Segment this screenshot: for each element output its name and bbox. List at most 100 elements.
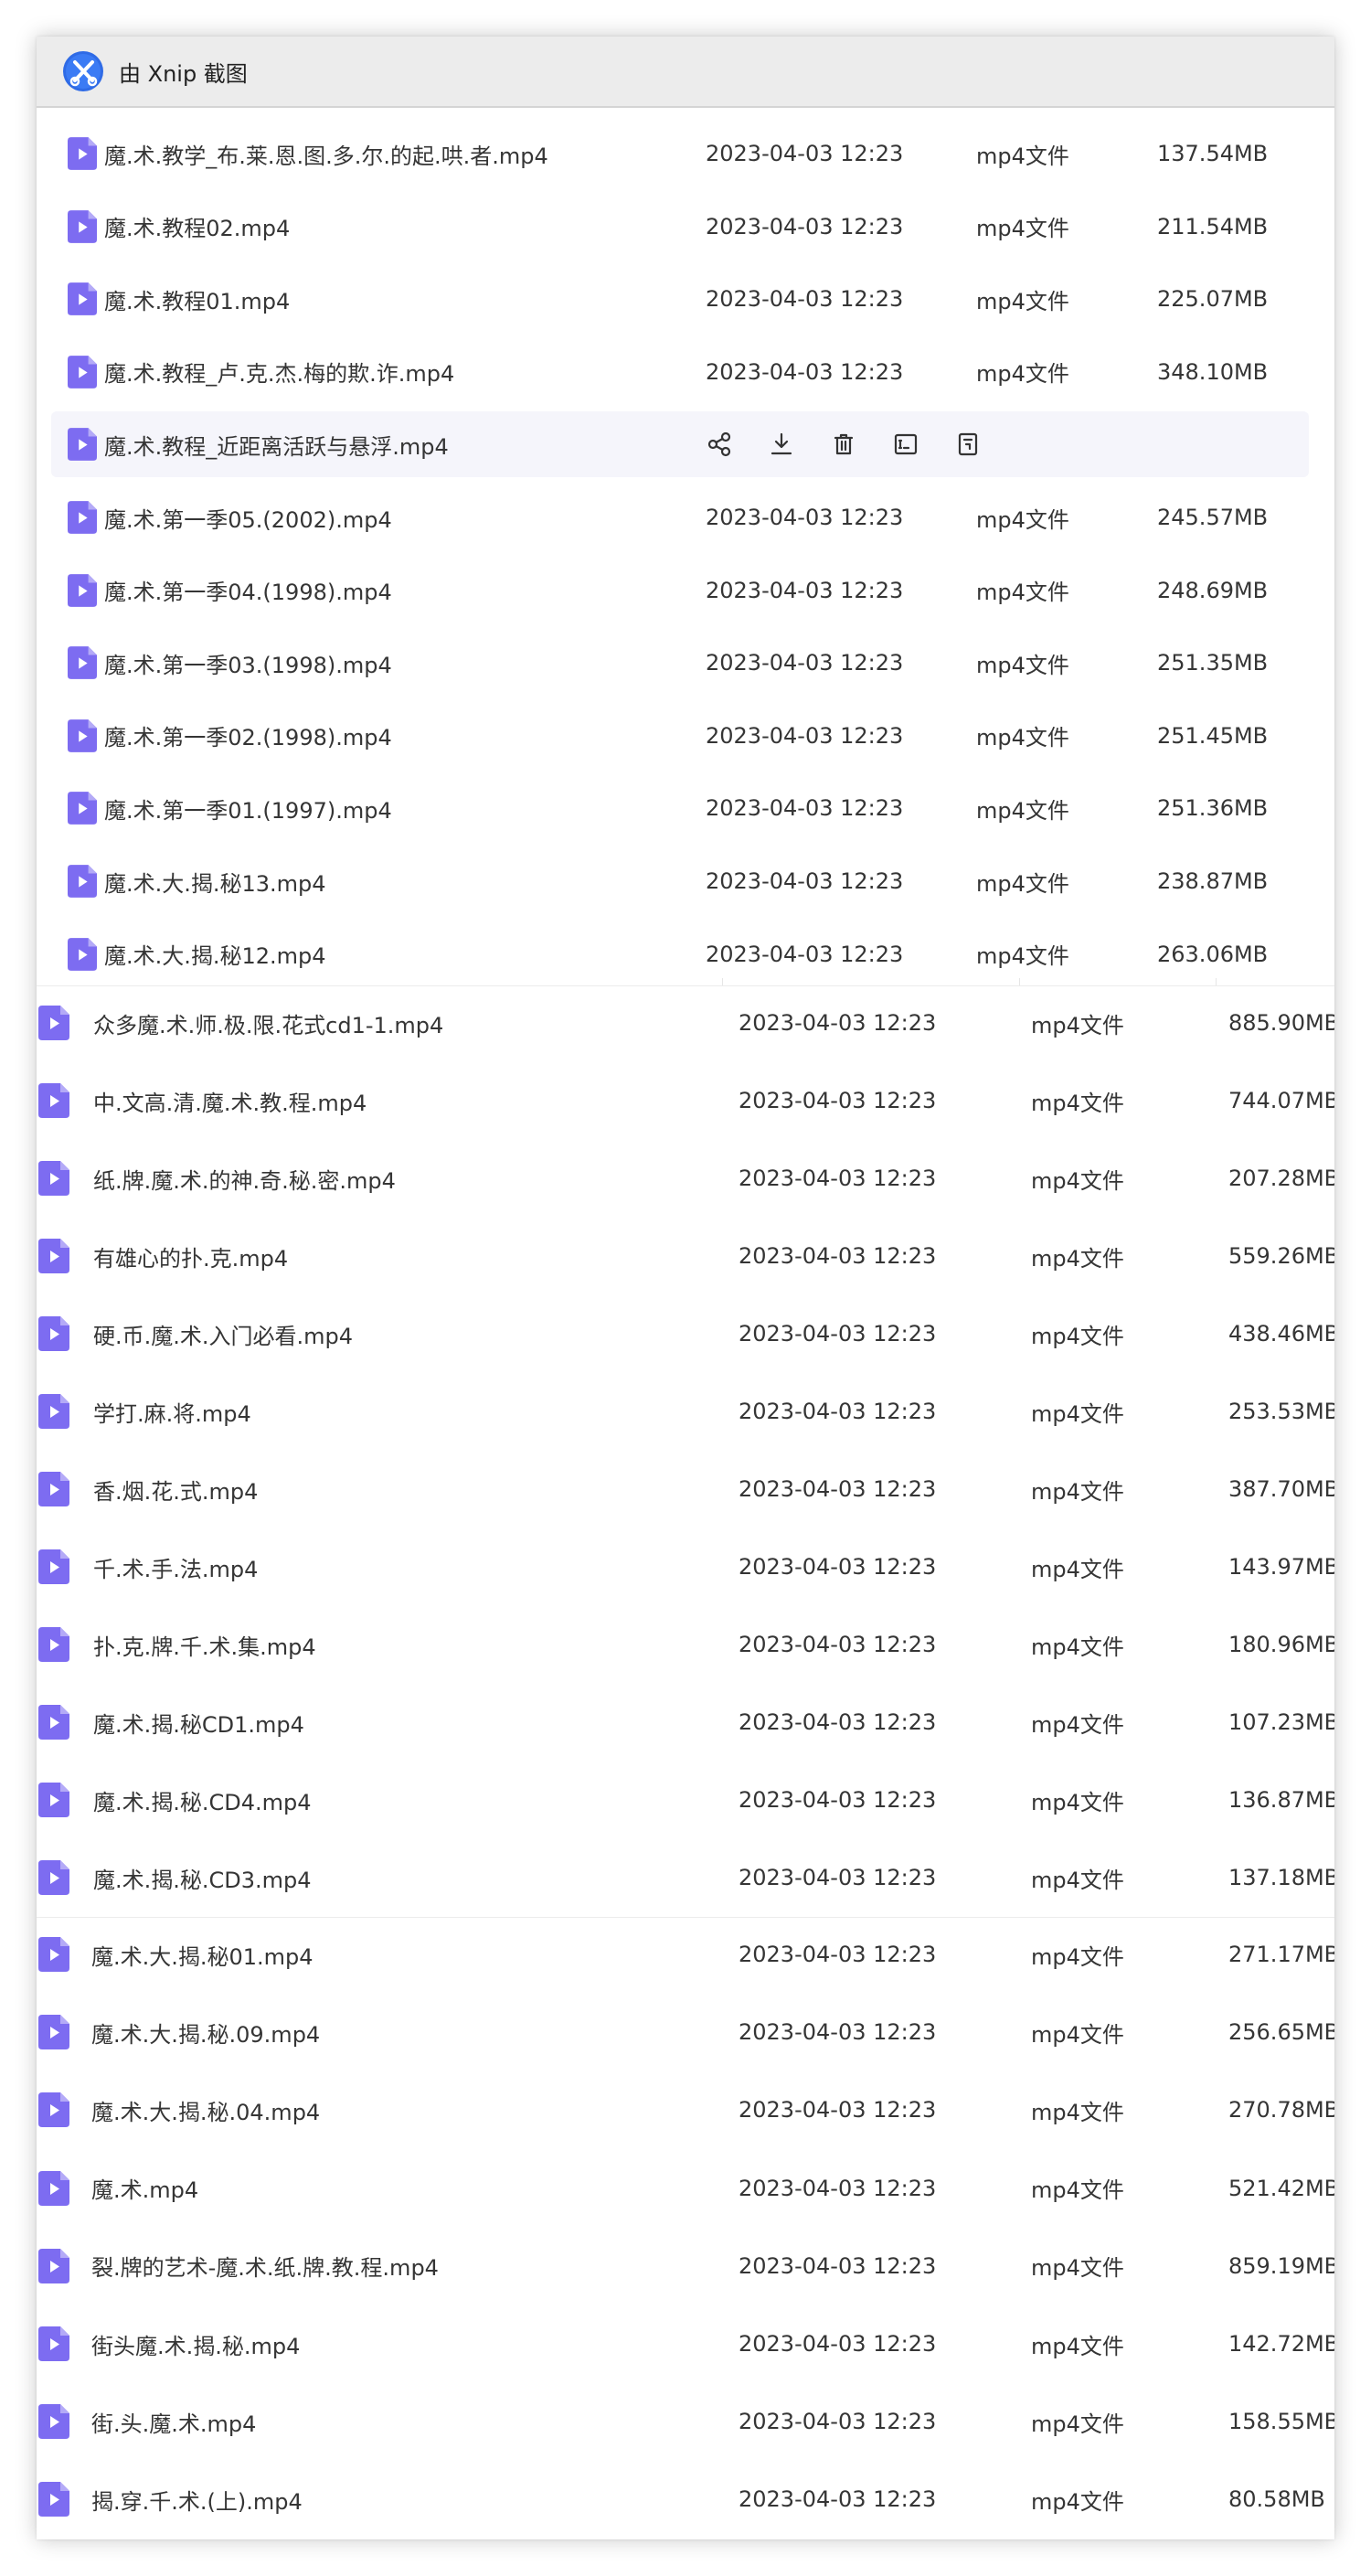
file-row[interactable]: 有雄心的扑.克.mp4 2023-04-03 12:23 mp4文件 559.26MB: [37, 1219, 1334, 1293]
file-date: 2023-04-03 12:23: [706, 577, 904, 603]
file-icon-cell: [38, 1608, 69, 1681]
file-row[interactable]: 香.烟.花.式.mp4 2023-04-03 12:23 mp4文件 387.70MB: [37, 1453, 1334, 1526]
file-row[interactable]: 裂.牌的艺术-魔.术.纸.牌.教.程.mp4 2023-04-03 12:23 mp…: [37, 2230, 1334, 2303]
file-row-hovered[interactable]: 魔.术.教程_近距离活跃与悬浮.mp4: [51, 411, 1309, 478]
file-type: mp4文件: [1031, 1478, 1124, 1505]
file-row[interactable]: 魔.术.大.揭.秘12.mp4 2023-04-03 12:23 mp4文件 263.…: [51, 921, 1309, 987]
file-row[interactable]: 魔.术.大.揭.秘01.mp4 2023-04-03 12:23 mp4文件 271.…: [37, 1918, 1334, 1991]
file-name[interactable]: 魔.术.揭.秘.CD3.mp4: [93, 1841, 312, 1914]
file-row[interactable]: 扑.克.牌.千.术.集.mp4 2023-04-03 12:23 mp4文件 180.…: [37, 1608, 1334, 1681]
file-name[interactable]: 有雄心的扑.克.mp4: [93, 1219, 288, 1293]
file-date: 2023-04-03 12:23: [739, 1399, 937, 1424]
file-size: 251.35MB: [1157, 650, 1269, 676]
file-row[interactable]: 中.文高.清.魔.术.教.程.mp4 2023-04-03 12:23 mp4文件 7…: [37, 1064, 1334, 1137]
file-icon-cell: [38, 2152, 69, 2225]
file-name[interactable]: 魔.术.大.揭.秘.09.mp4: [91, 1996, 320, 2069]
file-name[interactable]: 香.烟.花.式.mp4: [93, 1453, 258, 1526]
file-name[interactable]: 学打.麻.将.mp4: [93, 1375, 251, 1448]
file-icon-cell: [38, 1142, 69, 1215]
file-row[interactable]: 魔.术.教程02.mp4 2023-04-03 12:23 mp4文件 211.54M…: [51, 194, 1309, 260]
file-name[interactable]: 魔.术.教程02.mp4: [104, 194, 290, 260]
file-icon-cell: [68, 703, 97, 769]
file-name[interactable]: 魔.术.大.揭.秘12.mp4: [104, 921, 326, 987]
file-row[interactable]: 魔.术.揭.秘.CD3.mp4 2023-04-03 12:23 mp4文件 137.…: [37, 1841, 1334, 1914]
file-row[interactable]: 魔.术.教程_卢.克.杰.梅的欺.诈.mp4 2023-04-03 12:23 mp…: [51, 339, 1309, 405]
file-name[interactable]: 魔.术.揭.秘CD1.mp4: [93, 1686, 304, 1759]
file-name[interactable]: 魔.术.教程_卢.克.杰.梅的欺.诈.mp4: [104, 339, 454, 405]
file-icon-cell: [68, 848, 97, 914]
file-row[interactable]: 魔.术.大.揭.秘.09.mp4 2023-04-03 12:23 mp4文件 256…: [37, 1996, 1334, 2069]
file-name[interactable]: 魔.术.第一季03.(1998).mp4: [104, 630, 392, 696]
file-name[interactable]: 魔.术.教程_近距离活跃与悬浮.mp4: [104, 411, 449, 477]
file-name[interactable]: 魔.术.mp4: [91, 2152, 198, 2225]
file-name[interactable]: 街头魔.术.揭.秘.mp4: [91, 2307, 300, 2380]
file-name[interactable]: 裂.牌的艺术-魔.术.纸.牌.教.程.mp4: [91, 2230, 439, 2303]
file-row[interactable]: 魔.术.mp4 2023-04-03 12:23 mp4文件 521.42MB: [37, 2152, 1334, 2225]
file-icon-cell: [38, 2385, 69, 2458]
file-row[interactable]: 魔.术.第一季04.(1998).mp4 2023-04-03 12:23 mp4文…: [51, 558, 1309, 623]
file-row[interactable]: 魔.术.大.揭.秘13.mp4 2023-04-03 12:23 mp4文件 238.…: [51, 848, 1309, 914]
file-name[interactable]: 众多魔.术.师.极.限.花式cd1-1.mp4: [93, 986, 443, 1059]
video-file-icon: [38, 2326, 69, 2361]
file-row[interactable]: 魔.术.第一季01.(1997).mp4 2023-04-03 12:23 mp4文…: [51, 775, 1309, 841]
file-icon-cell: [68, 921, 97, 987]
file-row[interactable]: 魔.术.第一季05.(2002).mp4 2023-04-03 12:23 mp4文…: [51, 484, 1309, 550]
file-list-section-2: 众多魔.术.师.极.限.花式cd1-1.mp4 2023-04-03 12:23 m…: [37, 985, 1334, 1917]
file-name[interactable]: 千.术.手.法.mp4: [93, 1530, 258, 1603]
file-name[interactable]: 魔.术.揭.秘.CD4.mp4: [93, 1763, 312, 1836]
file-size: 348.10MB: [1157, 358, 1269, 385]
delete-icon[interactable]: [830, 431, 857, 458]
file-icon-cell: [68, 484, 97, 550]
file-name[interactable]: 揭.穿.千.术.(上).mp4: [91, 2463, 303, 2536]
file-row[interactable]: 众多魔.术.师.极.限.花式cd1-1.mp4 2023-04-03 12:23 m…: [37, 986, 1334, 1059]
share-icon[interactable]: [706, 431, 733, 458]
file-name[interactable]: 扑.克.牌.千.术.集.mp4: [93, 1608, 316, 1681]
file-row[interactable]: 魔.术.揭.秘CD1.mp4 2023-04-03 12:23 mp4文件 107.2…: [37, 1686, 1334, 1759]
file-size: 744.07MB: [1228, 1088, 1334, 1113]
file-row[interactable]: 魔.术.教程01.mp4 2023-04-03 12:23 mp4文件 225.07M…: [51, 266, 1309, 332]
file-name[interactable]: 街.头.魔.术.mp4: [91, 2385, 256, 2458]
rename-icon[interactable]: [892, 431, 919, 458]
file-name[interactable]: 纸.牌.魔.术.的神.奇.秘.密.mp4: [93, 1142, 396, 1215]
file-type: mp4文件: [1031, 1323, 1124, 1349]
file-name[interactable]: 魔.术.第一季05.(2002).mp4: [104, 484, 392, 550]
file-row[interactable]: 魔.术.大.揭.秘.04.mp4 2023-04-03 12:23 mp4文件 270…: [37, 2073, 1334, 2146]
file-name[interactable]: 魔.术.第一季01.(1997).mp4: [104, 775, 392, 841]
file-row[interactable]: 魔.术.第一季02.(1998).mp4 2023-04-03 12:23 mp4文…: [51, 703, 1309, 769]
video-file-icon: [38, 1161, 69, 1196]
file-name[interactable]: 魔.术.第一季02.(1998).mp4: [104, 703, 392, 769]
file-name[interactable]: 魔.术.教学_布.莱.恩.图.多.尔.的起.哄.者.mp4: [104, 121, 548, 186]
file-row[interactable]: 学打.麻.将.mp4 2023-04-03 12:23 mp4文件 253.53MB: [37, 1375, 1334, 1448]
file-date: 2023-04-03 12:23: [739, 1865, 937, 1890]
file-name[interactable]: 硬.币.魔.术.入门必看.mp4: [93, 1297, 353, 1370]
file-icon-cell: [38, 1297, 69, 1370]
file-row[interactable]: 魔.术.揭.秘.CD4.mp4 2023-04-03 12:23 mp4文件 136.…: [37, 1763, 1334, 1836]
file-row[interactable]: 街.头.魔.术.mp4 2023-04-03 12:23 mp4文件 158.55MB: [37, 2385, 1334, 2458]
file-row[interactable]: 街头魔.术.揭.秘.mp4 2023-04-03 12:23 mp4文件 142.72…: [37, 2307, 1334, 2380]
file-name[interactable]: 魔.术.大.揭.秘.04.mp4: [91, 2073, 320, 2146]
download-icon[interactable]: [768, 431, 795, 458]
file-row[interactable]: 纸.牌.魔.术.的神.奇.秘.密.mp4 2023-04-03 12:23 mp4文…: [37, 1142, 1334, 1215]
file-date: 2023-04-03 12:23: [706, 868, 904, 894]
file-row[interactable]: 千.术.手.法.mp4 2023-04-03 12:23 mp4文件 143.97MB: [37, 1530, 1334, 1603]
file-row[interactable]: 魔.术.第一季03.(1998).mp4 2023-04-03 12:23 mp4文…: [51, 630, 1309, 696]
file-row[interactable]: 魔.术.教学_布.莱.恩.图.多.尔.的起.哄.者.mp4 2023-04-03 …: [51, 121, 1309, 186]
file-list-window: 由 Xnip 截图 魔.术.教学_布.莱.恩.图.多.尔.的起.哄.者.mp4 2…: [37, 37, 1334, 2539]
file-name[interactable]: 魔.术.大.揭.秘13.mp4: [104, 848, 326, 914]
file-name[interactable]: 魔.术.教程01.mp4: [104, 266, 290, 332]
file-row[interactable]: 揭.穿.千.术.(上).mp4 2023-04-03 12:23 mp4文件 80.5…: [37, 2463, 1334, 2536]
video-file-icon: [68, 719, 97, 752]
file-name[interactable]: 中.文高.清.魔.术.教.程.mp4: [93, 1064, 367, 1137]
file-icon-cell: [68, 630, 97, 696]
file-icon-cell: [68, 411, 97, 477]
file-row[interactable]: 硬.币.魔.术.入门必看.mp4 2023-04-03 12:23 mp4文件 438…: [37, 1297, 1334, 1370]
video-file-icon: [38, 1083, 69, 1118]
file-name[interactable]: 魔.术.大.揭.秘01.mp4: [91, 1918, 314, 1991]
file-size: 180.96MB: [1228, 1632, 1334, 1657]
file-date: 2023-04-03 12:23: [706, 286, 904, 313]
file-name[interactable]: 魔.术.第一季04.(1998).mp4: [104, 558, 392, 623]
file-date: 2023-04-03 12:23: [739, 1088, 937, 1113]
file-size: 387.70MB: [1228, 1476, 1334, 1502]
file-date: 2023-04-03 12:23: [706, 505, 904, 530]
more-icon[interactable]: [954, 431, 982, 458]
